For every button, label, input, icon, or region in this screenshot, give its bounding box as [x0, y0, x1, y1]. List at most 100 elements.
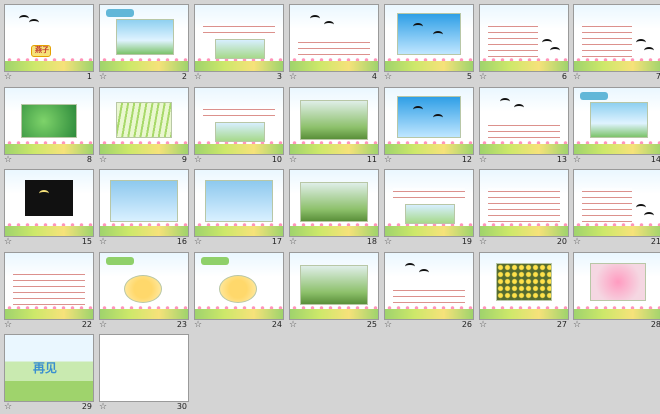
slide-transition-star-icon[interactable]: ☆ — [194, 154, 202, 166]
slide-transition-star-icon[interactable]: ☆ — [384, 319, 392, 331]
slide-transition-star-icon[interactable]: ☆ — [4, 154, 12, 166]
slide-transition-star-icon[interactable]: ☆ — [289, 71, 297, 83]
slide-preview[interactable] — [573, 87, 660, 155]
slide-thumbnail-1[interactable]: 燕子 ☆ 1 — [4, 4, 94, 84]
slide-thumbnail-15[interactable]: ☆ 15 — [4, 169, 94, 249]
slide-thumbnail-29[interactable]: 再见 ☆ 29 — [4, 334, 94, 414]
slide-transition-star-icon[interactable]: ☆ — [99, 154, 107, 166]
slide-preview[interactable] — [99, 4, 189, 72]
slide-preview[interactable] — [99, 252, 189, 320]
slide-preview[interactable] — [479, 169, 569, 237]
slide-preview[interactable]: 第1PPT — [99, 334, 189, 402]
slide-transition-star-icon[interactable]: ☆ — [479, 319, 487, 331]
slide-preview[interactable] — [4, 87, 94, 155]
slide-thumbnail-21[interactable]: ☆ 21 — [573, 169, 660, 249]
slide-transition-star-icon[interactable]: ☆ — [194, 71, 202, 83]
slide-thumbnail-6[interactable]: ☆ 6 — [479, 4, 569, 84]
slide-thumbnail-20[interactable]: ☆ 20 — [479, 169, 569, 249]
slide-transition-star-icon[interactable]: ☆ — [289, 319, 297, 331]
slide-transition-star-icon[interactable]: ☆ — [289, 154, 297, 166]
slide-thumbnail-14[interactable]: ☆ 14 — [573, 87, 660, 167]
slide-preview[interactable] — [4, 169, 94, 237]
slide-transition-star-icon[interactable]: ☆ — [384, 236, 392, 248]
slide-transition-star-icon[interactable]: ☆ — [4, 236, 12, 248]
slide-preview[interactable] — [194, 87, 284, 155]
slide-thumbnail-17[interactable]: ☆ 17 — [194, 169, 284, 249]
slide-preview[interactable] — [479, 252, 569, 320]
slide-preview[interactable] — [4, 252, 94, 320]
slide-transition-star-icon[interactable]: ☆ — [4, 319, 12, 331]
slide-preview[interactable] — [99, 169, 189, 237]
slide-sky-background — [385, 253, 473, 277]
slide-thumbnail-23[interactable]: ☆ 23 — [99, 252, 189, 332]
slide-preview[interactable] — [289, 4, 379, 72]
slide-transition-star-icon[interactable]: ☆ — [99, 401, 107, 413]
slide-transition-star-icon[interactable]: ☆ — [479, 71, 487, 83]
slide-transition-star-icon[interactable]: ☆ — [194, 319, 202, 331]
slide-preview[interactable]: 再见 — [4, 334, 94, 402]
slide-preview[interactable] — [384, 252, 474, 320]
slide-preview[interactable] — [289, 87, 379, 155]
slide-thumbnail-25[interactable]: ☆ 25 — [289, 252, 379, 332]
slide-preview[interactable] — [479, 4, 569, 72]
slide-thumbnail-26[interactable]: ☆ 26 — [384, 252, 474, 332]
slide-number: 13 — [556, 155, 567, 164]
slide-preview[interactable] — [573, 4, 660, 72]
grass-border — [5, 309, 93, 319]
slide-thumbnail-12[interactable]: ☆ 12 — [384, 87, 474, 167]
slide-thumbnail-13[interactable]: ☆ 13 — [479, 87, 569, 167]
slide-sorter: 燕子 ☆ 1 ☆ 2 ☆ 3 ☆ 4 ☆ 5 ☆ 6 ☆ 7 ☆ 8 ☆ 9 ☆ 10 ☆ 11 ☆ 12 ☆ 13 ☆ 14 ☆ 15 ☆ 1… — [0, 0, 660, 412]
slide-thumbnail-18[interactable]: ☆ 18 — [289, 169, 379, 249]
slide-transition-star-icon[interactable]: ☆ — [289, 236, 297, 248]
slide-thumbnail-22[interactable]: ☆ 22 — [4, 252, 94, 332]
title-tag — [201, 257, 229, 265]
slide-thumbnail-4[interactable]: ☆ 4 — [289, 4, 379, 84]
slide-thumbnail-5[interactable]: ☆ 5 — [384, 4, 474, 84]
slide-thumbnail-30[interactable]: 第1PPT☆ 30 — [99, 334, 189, 414]
slide-preview[interactable] — [479, 87, 569, 155]
slide-transition-star-icon[interactable]: ☆ — [573, 319, 581, 331]
slide-preview[interactable] — [194, 252, 284, 320]
slide-transition-star-icon[interactable]: ☆ — [573, 71, 581, 83]
slide-preview[interactable] — [384, 169, 474, 237]
slide-preview[interactable] — [194, 4, 284, 72]
slide-preview[interactable] — [99, 87, 189, 155]
slide-transition-star-icon[interactable]: ☆ — [99, 71, 107, 83]
slide-transition-star-icon[interactable]: ☆ — [99, 236, 107, 248]
slide-preview[interactable]: 燕子 — [4, 4, 94, 72]
slide-transition-star-icon[interactable]: ☆ — [573, 154, 581, 166]
slide-preview[interactable] — [384, 87, 474, 155]
slide-transition-star-icon[interactable]: ☆ — [4, 401, 12, 413]
slide-text-block — [393, 287, 465, 305]
slide-number: 19 — [461, 237, 472, 246]
slide-text-block — [298, 39, 370, 57]
slide-transition-star-icon[interactable]: ☆ — [4, 71, 12, 83]
slide-preview[interactable] — [384, 4, 474, 72]
slide-transition-star-icon[interactable]: ☆ — [194, 236, 202, 248]
slide-preview[interactable] — [194, 169, 284, 237]
slide-preview[interactable] — [289, 252, 379, 320]
slide-thumbnail-28[interactable]: ☆ 28 — [573, 252, 660, 332]
slide-transition-star-icon[interactable]: ☆ — [384, 71, 392, 83]
slide-preview[interactable] — [573, 252, 660, 320]
slide-thumbnail-19[interactable]: ☆ 19 — [384, 169, 474, 249]
slide-transition-star-icon[interactable]: ☆ — [99, 319, 107, 331]
slide-thumbnail-3[interactable]: ☆ 3 — [194, 4, 284, 84]
slide-transition-star-icon[interactable]: ☆ — [573, 236, 581, 248]
slide-thumbnail-8[interactable]: ☆ 8 — [4, 87, 94, 167]
slide-photo — [21, 104, 77, 138]
slide-transition-star-icon[interactable]: ☆ — [479, 236, 487, 248]
slide-preview[interactable] — [289, 169, 379, 237]
slide-thumbnail-27[interactable]: ☆ 27 — [479, 252, 569, 332]
slide-thumbnail-9[interactable]: ☆ 9 — [99, 87, 189, 167]
slide-preview[interactable] — [573, 169, 660, 237]
slide-transition-star-icon[interactable]: ☆ — [384, 154, 392, 166]
slide-thumbnail-11[interactable]: ☆ 11 — [289, 87, 379, 167]
slide-photo — [405, 204, 455, 224]
slide-thumbnail-10[interactable]: ☆ 10 — [194, 87, 284, 167]
slide-transition-star-icon[interactable]: ☆ — [479, 154, 487, 166]
slide-thumbnail-16[interactable]: ☆ 16 — [99, 169, 189, 249]
slide-thumbnail-2[interactable]: ☆ 2 — [99, 4, 189, 84]
slide-thumbnail-7[interactable]: ☆ 7 — [573, 4, 660, 84]
slide-thumbnail-24[interactable]: ☆ 24 — [194, 252, 284, 332]
